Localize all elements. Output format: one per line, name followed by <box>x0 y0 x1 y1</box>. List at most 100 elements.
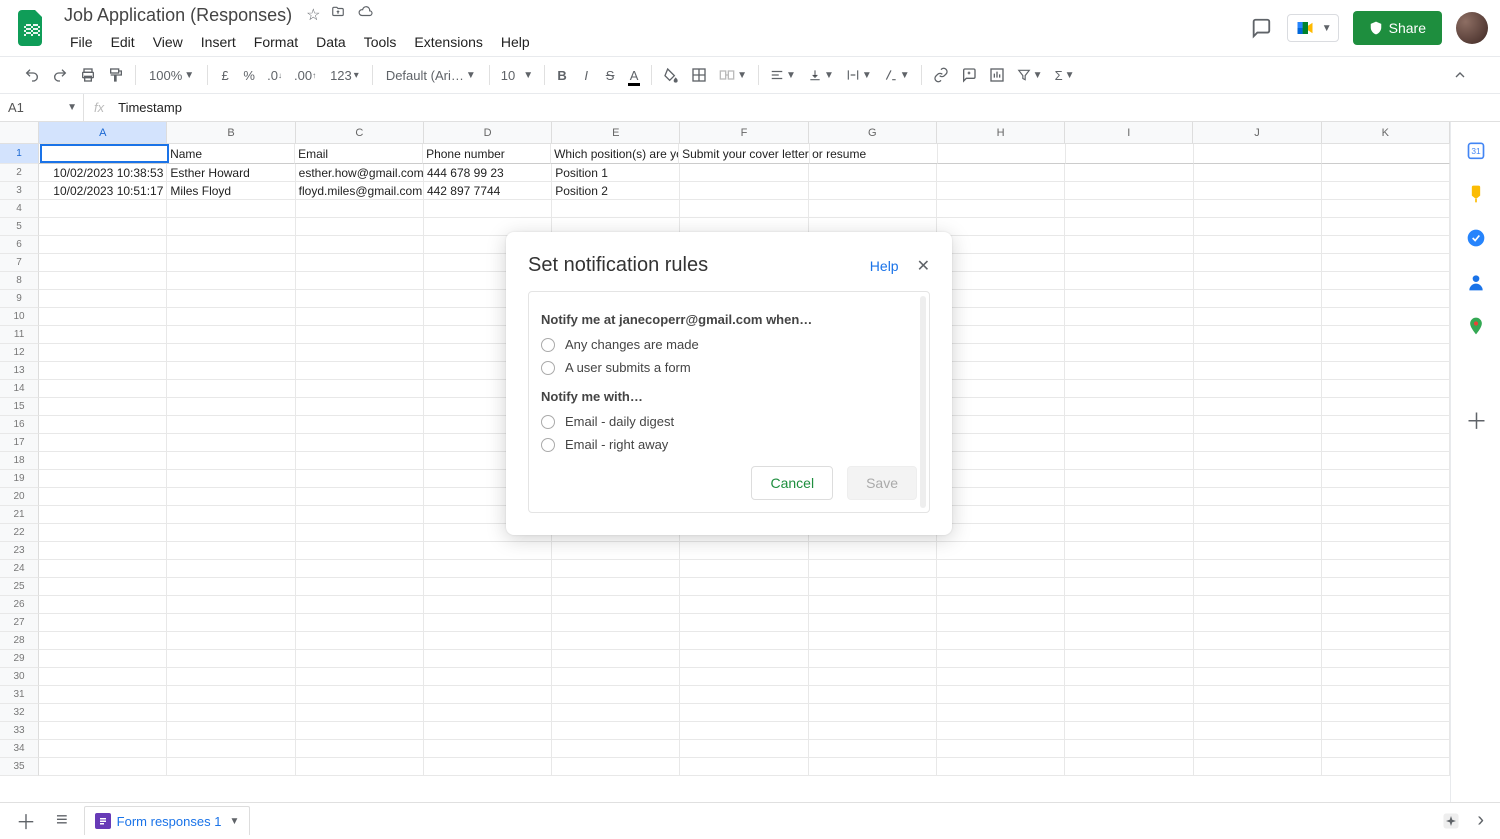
cell-I24[interactable] <box>1065 560 1193 578</box>
cell-F25[interactable] <box>680 578 808 596</box>
cell-I31[interactable] <box>1065 686 1193 704</box>
cell-B3[interactable]: Miles Floyd <box>167 182 295 200</box>
decrease-decimal-icon[interactable]: .0↓ <box>263 63 286 87</box>
row-num[interactable]: 20 <box>0 488 39 506</box>
cell-H16[interactable] <box>937 416 1065 434</box>
col-header-F[interactable]: F <box>680 122 808 143</box>
cell-K27[interactable] <box>1322 614 1450 632</box>
cell-J20[interactable] <box>1194 488 1322 506</box>
cell-B25[interactable] <box>167 578 295 596</box>
row-num[interactable]: 22 <box>0 524 39 542</box>
cell-G34[interactable] <box>809 740 937 758</box>
cell-A2[interactable]: 10/02/2023 10:38:53 <box>39 164 167 182</box>
text-color-icon[interactable]: A <box>624 63 644 87</box>
cell-E3[interactable]: Position 2 <box>552 182 680 200</box>
cell-C27[interactable] <box>296 614 424 632</box>
cell-E1[interactable]: Which position(s) are you <box>551 144 679 164</box>
strikethrough-icon[interactable]: S <box>600 63 620 87</box>
menu-format[interactable]: Format <box>246 30 306 54</box>
cell-H9[interactable] <box>937 290 1065 308</box>
cell-D26[interactable] <box>424 596 552 614</box>
col-header-I[interactable]: I <box>1065 122 1193 143</box>
cell-G35[interactable] <box>809 758 937 776</box>
tasks-icon[interactable] <box>1466 228 1486 248</box>
cell-C33[interactable] <box>296 722 424 740</box>
cell-H22[interactable] <box>937 524 1065 542</box>
row-num[interactable]: 29 <box>0 650 39 668</box>
cell-J21[interactable] <box>1194 506 1322 524</box>
cell-E33[interactable] <box>552 722 680 740</box>
cell-B26[interactable] <box>167 596 295 614</box>
cell-I5[interactable] <box>1065 218 1193 236</box>
cell-I13[interactable] <box>1065 362 1193 380</box>
cell-B11[interactable] <box>167 326 295 344</box>
row-num[interactable]: 11 <box>0 326 39 344</box>
row-num[interactable]: 21 <box>0 506 39 524</box>
cell-I18[interactable] <box>1065 452 1193 470</box>
cell-K31[interactable] <box>1322 686 1450 704</box>
cell-J7[interactable] <box>1194 254 1322 272</box>
cell-I33[interactable] <box>1065 722 1193 740</box>
cell-H35[interactable] <box>937 758 1065 776</box>
cell-B9[interactable] <box>167 290 295 308</box>
cell-I1[interactable] <box>1066 144 1194 164</box>
cell-E34[interactable] <box>552 740 680 758</box>
cell-K5[interactable] <box>1322 218 1450 236</box>
cell-G33[interactable] <box>809 722 937 740</box>
chevron-down-icon[interactable]: ▼ <box>229 816 239 827</box>
col-header-A[interactable]: A <box>39 122 167 143</box>
row-num[interactable]: 17 <box>0 434 39 452</box>
cell-A30[interactable] <box>39 668 167 686</box>
cell-A7[interactable] <box>39 254 167 272</box>
cell-A27[interactable] <box>39 614 167 632</box>
cell-D34[interactable] <box>424 740 552 758</box>
cell-B12[interactable] <box>167 344 295 362</box>
cell-F4[interactable] <box>680 200 808 218</box>
cell-G29[interactable] <box>809 650 937 668</box>
keep-icon[interactable] <box>1466 184 1486 204</box>
cell-E27[interactable] <box>552 614 680 632</box>
cell-K35[interactable] <box>1322 758 1450 776</box>
cell-J5[interactable] <box>1194 218 1322 236</box>
cell-C11[interactable] <box>296 326 424 344</box>
cell-A8[interactable] <box>39 272 167 290</box>
cell-B31[interactable] <box>167 686 295 704</box>
comment-history-icon[interactable] <box>1249 16 1273 40</box>
cell-B6[interactable] <box>167 236 295 254</box>
cell-J11[interactable] <box>1194 326 1322 344</box>
cell-C20[interactable] <box>296 488 424 506</box>
cell-J4[interactable] <box>1194 200 1322 218</box>
cell-H15[interactable] <box>937 398 1065 416</box>
col-header-D[interactable]: D <box>424 122 552 143</box>
cell-A21[interactable] <box>39 506 167 524</box>
cell-K20[interactable] <box>1322 488 1450 506</box>
cell-K24[interactable] <box>1322 560 1450 578</box>
cell-J32[interactable] <box>1194 704 1322 722</box>
cell-K7[interactable] <box>1322 254 1450 272</box>
cell-H6[interactable] <box>937 236 1065 254</box>
cell-C1[interactable]: Email <box>295 144 423 164</box>
cell-B17[interactable] <box>167 434 295 452</box>
cell-D4[interactable] <box>424 200 552 218</box>
side-panel-collapse-icon[interactable]: › <box>1473 805 1488 836</box>
h-align-icon[interactable]: ▼ <box>766 63 800 87</box>
close-icon[interactable]: ✕ <box>917 256 930 276</box>
cell-A28[interactable] <box>39 632 167 650</box>
cell-C24[interactable] <box>296 560 424 578</box>
cell-H7[interactable] <box>937 254 1065 272</box>
cell-C23[interactable] <box>296 542 424 560</box>
cell-J10[interactable] <box>1194 308 1322 326</box>
sheet-tab-form-responses[interactable]: Form responses 1 ▼ <box>84 806 251 835</box>
move-icon[interactable] <box>330 5 346 25</box>
cell-J14[interactable] <box>1194 380 1322 398</box>
cell-J17[interactable] <box>1194 434 1322 452</box>
cell-K14[interactable] <box>1322 380 1450 398</box>
cell-J23[interactable] <box>1194 542 1322 560</box>
zoom-select[interactable]: 100%▼ <box>143 63 200 87</box>
cell-C10[interactable] <box>296 308 424 326</box>
menu-data[interactable]: Data <box>308 30 354 54</box>
cell-C25[interactable] <box>296 578 424 596</box>
dialog-help-link[interactable]: Help <box>870 258 899 274</box>
currency-icon[interactable]: £ <box>215 63 235 87</box>
cell-A26[interactable] <box>39 596 167 614</box>
